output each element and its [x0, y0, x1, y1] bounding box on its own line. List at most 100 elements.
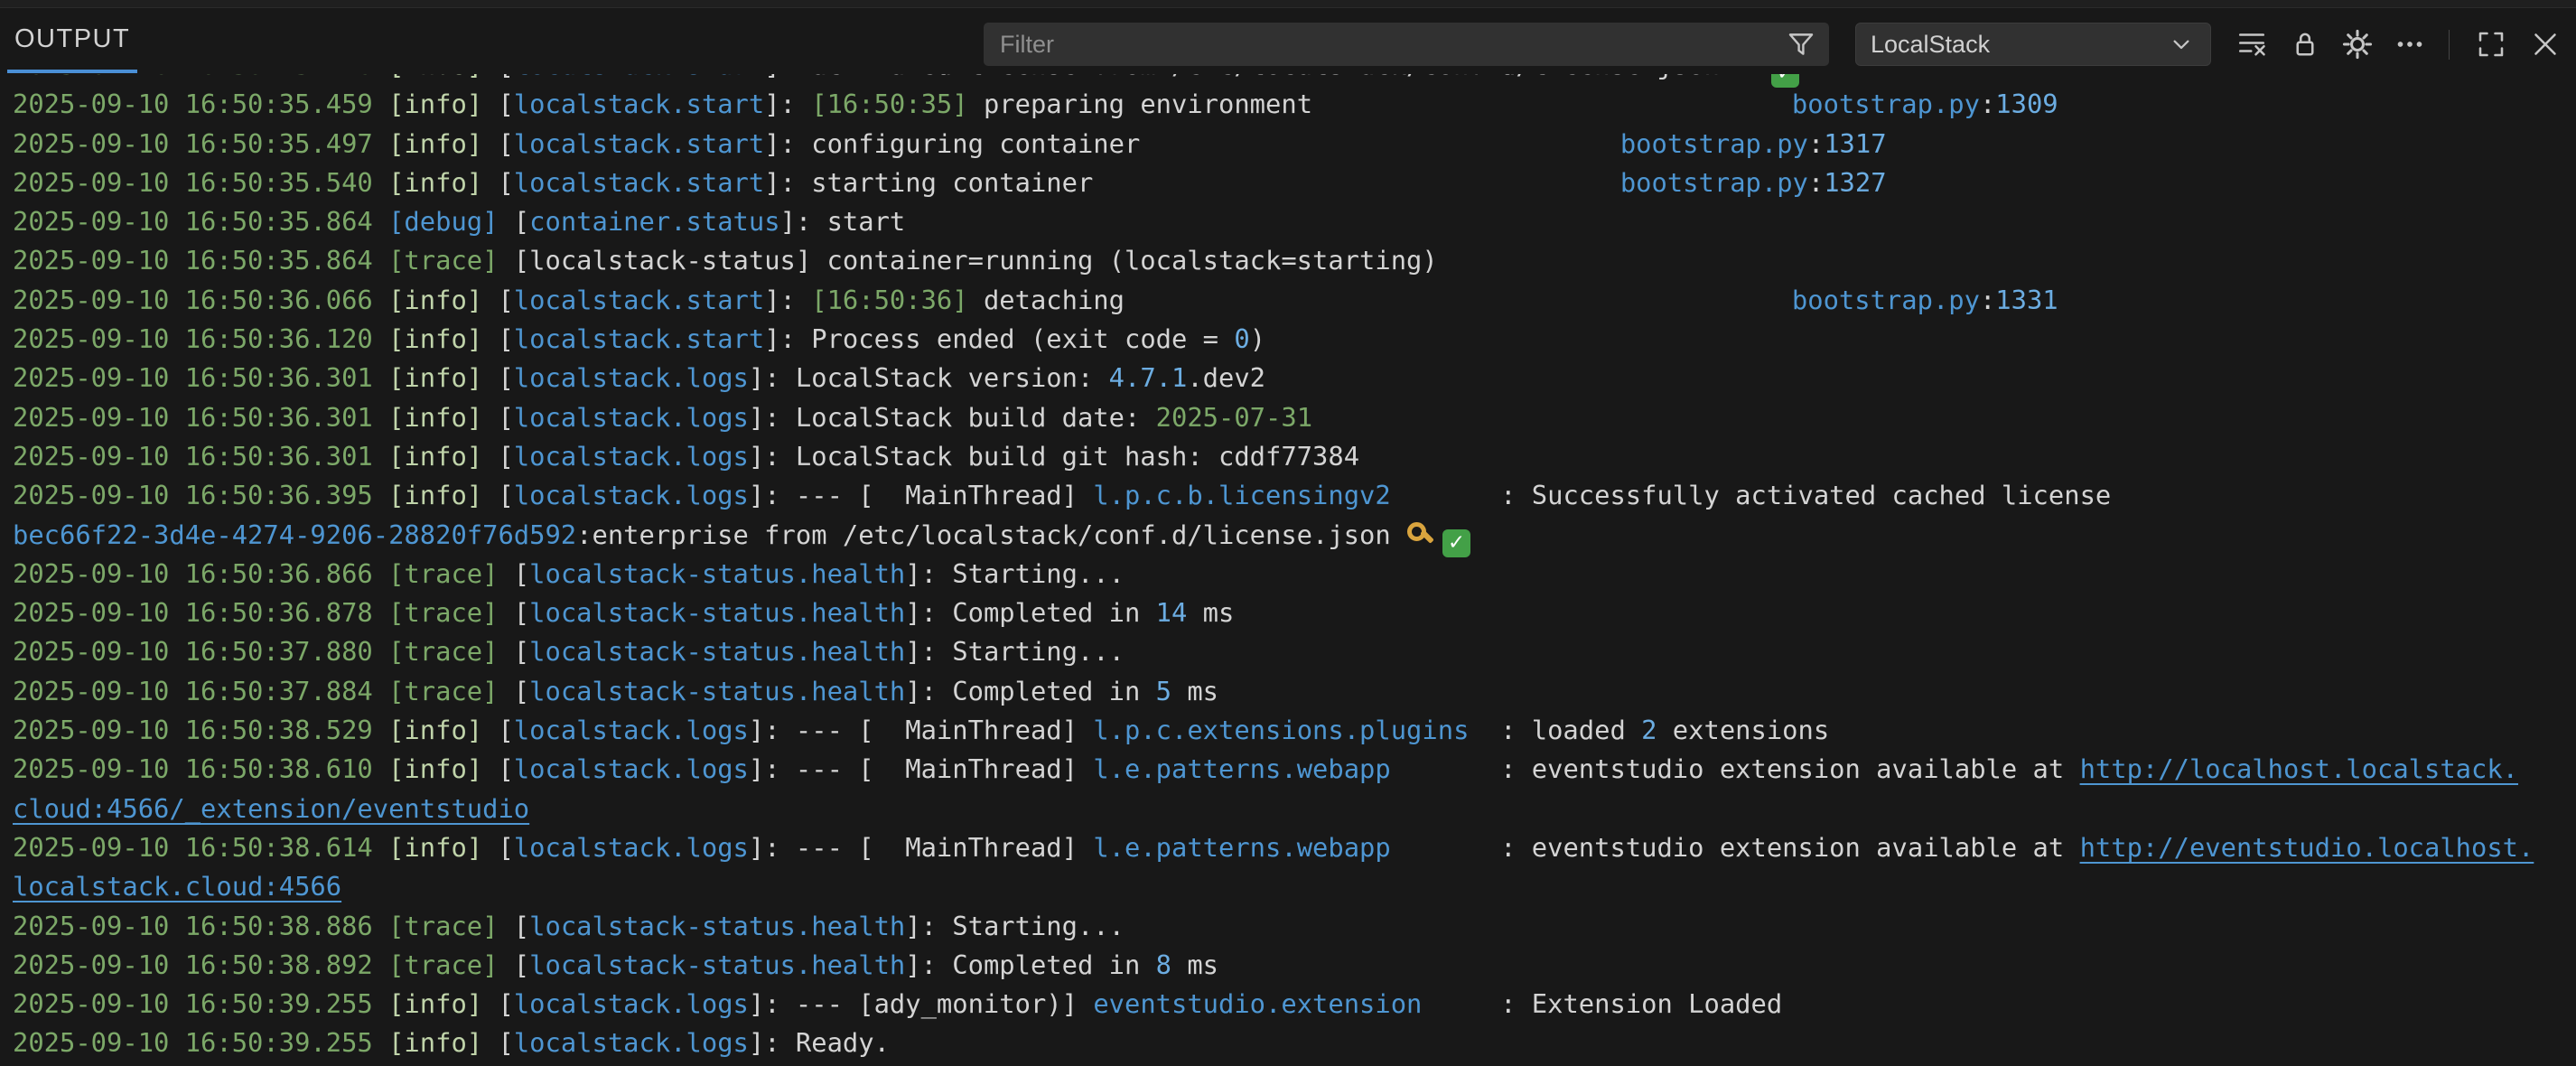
log-link[interactable]: cloud:4566/_extension/eventstudio: [13, 793, 529, 824]
log-segment: l.p.c.b.licensingv2: [1093, 480, 1390, 510]
gear-icon[interactable]: [2334, 21, 2381, 68]
log-segment: localstack.logs: [514, 715, 749, 745]
log-segment: ]:: [749, 715, 796, 745]
log-segment: [trace]: [388, 245, 498, 276]
log-line: 2025-09-10 16:50:36.866 [trace] [localst…: [13, 555, 2576, 594]
log-segment: 0: [1234, 323, 1249, 354]
log-line: 2025-09-10 16:50:36.878 [trace] [localst…: [13, 594, 2576, 632]
log-link[interactable]: localstack.cloud:4566: [13, 871, 341, 902]
log-link[interactable]: http://localhost.localstack.: [2080, 753, 2518, 784]
source-link[interactable]: bootstrap.py:1331: [1792, 281, 2058, 320]
log-segment: 2025-09-10 16:50:38.892: [13, 949, 388, 980]
log-segment: 2025-09-10 16:50:36.066: [13, 285, 388, 315]
log-segment: : eventstudio extension available at: [1391, 753, 2080, 784]
log-segment: activated license from /etc/localstack/c…: [811, 74, 1735, 80]
log-line: 2025-09-10 16:50:36.120 [info] [localsta…: [13, 320, 2576, 359]
log-segment: [: [498, 636, 529, 667]
filter-funnel-icon[interactable]: [1786, 29, 1816, 60]
log-segment: 2025-09-10 16:50:36.301: [13, 402, 388, 433]
log-segment: 2025-09-10 16:50:35.459: [13, 89, 388, 119]
close-panel-icon[interactable]: [2522, 21, 2569, 68]
log-segment: detaching: [968, 285, 1125, 315]
log-segment: l.p.c.extensions.plugins: [1093, 715, 1469, 745]
log-segment: [: [482, 402, 514, 433]
source-link[interactable]: bootstrap.py:1317: [1620, 125, 1887, 164]
tab-output[interactable]: OUTPUT: [7, 8, 137, 73]
log-segment: [: [482, 128, 514, 159]
log-segment: ms: [1171, 949, 1218, 980]
log-segment: ]:: [749, 480, 796, 510]
log-segment: [trace]: [388, 636, 498, 667]
log-segment: [info]: [388, 74, 482, 80]
log-line: 2025-09-10 16:50:36.301 [info] [localsta…: [13, 359, 2576, 397]
log-output-area[interactable]: 2025-09-10 16:50:35.426 [info] [localsta…: [0, 74, 2576, 1066]
log-segment: [: [482, 89, 514, 119]
log-segment: [info]: [388, 402, 482, 433]
log-segment: localstack.logs: [514, 362, 749, 393]
log-segment: ]:: [764, 89, 811, 119]
log-line: 2025-09-10 16:50:39.255 [info] [localsta…: [13, 1024, 2576, 1062]
log-segment: localstack-status.health: [529, 558, 905, 589]
log-segment: 2025-09-10 16:50:35.540: [13, 167, 388, 198]
log-segment: [16:50:36]: [811, 285, 967, 315]
channel-select-value: LocalStack: [1871, 31, 2167, 59]
clear-output-button[interactable]: [2228, 21, 2275, 68]
log-lines: 2025-09-10 16:50:35.426 [info] [localsta…: [13, 74, 2576, 1063]
log-segment: 2025-09-10 16:50:35.864: [13, 245, 388, 276]
log-segment: ]:: [905, 558, 952, 589]
log-segment: localstack.start: [514, 89, 764, 119]
log-segment: start: [827, 206, 906, 237]
log-segment: ]:: [764, 167, 811, 198]
log-segment: 4.7.1: [1109, 362, 1188, 393]
log-segment: ]:: [905, 911, 952, 941]
log-segment: [: [482, 988, 514, 1019]
log-segment: ]:: [749, 441, 796, 472]
log-segment: [info]: [388, 441, 482, 472]
log-segment: : loaded: [1469, 715, 1641, 745]
log-line: 2025-09-10 16:50:36.066 [info] [localsta…: [13, 281, 2576, 320]
log-segment: Ready.: [796, 1027, 890, 1058]
log-segment: ]:: [905, 949, 952, 980]
log-segment: : Extension Loaded: [1422, 988, 1782, 1019]
log-segment: 14: [1156, 597, 1188, 628]
source-link[interactable]: bootstrap.py:1309: [1792, 85, 2058, 124]
log-segment: [info]: [388, 167, 482, 198]
log-segment: localstack.start: [514, 285, 764, 315]
log-segment: 2: [1641, 715, 1657, 745]
key-emoji: [1735, 74, 1764, 79]
log-segment: localstack.start: [514, 128, 764, 159]
log-line: 2025-09-10 16:50:35.497 [info] [localsta…: [13, 125, 2576, 164]
log-line: cloud:4566/_extension/eventstudio: [13, 790, 2576, 828]
log-segment: [: [482, 74, 514, 80]
more-actions-icon[interactable]: [2386, 21, 2433, 68]
log-line: 2025-09-10 16:50:36.301 [info] [localsta…: [13, 398, 2576, 437]
log-segment: [: [482, 480, 514, 510]
log-segment: --- [ MainThread]: [796, 715, 1093, 745]
log-segment: [info]: [388, 323, 482, 354]
source-link[interactable]: bootstrap.py:1327: [1620, 164, 1887, 202]
log-segment: 2025-09-10 16:50:35.497: [13, 128, 388, 159]
log-segment: [: [482, 362, 514, 393]
log-segment: ]:: [905, 597, 952, 628]
lock-icon[interactable]: [2282, 21, 2329, 68]
maximize-panel-icon[interactable]: [2468, 21, 2515, 68]
log-segment: [: [482, 441, 514, 472]
key-emoji: [1406, 520, 1435, 549]
log-segment: [: [482, 1027, 514, 1058]
panel-top-sash: [0, 0, 2576, 8]
filter-input[interactable]: [984, 31, 1786, 59]
log-line: bec66f22-3d4e-4274-9206-28820f76d592:ent…: [13, 516, 2576, 555]
log-segment: .dev2: [1187, 362, 1265, 393]
log-segment: ]:: [764, 74, 811, 80]
log-segment: Completed in: [952, 597, 1155, 628]
log-line: 2025-09-10 16:50:35.864 [trace] [localst…: [13, 241, 2576, 280]
log-segment: localstack.logs: [514, 1027, 749, 1058]
log-segment: [: [498, 911, 529, 941]
channel-select[interactable]: LocalStack: [1855, 23, 2211, 66]
log-line: 2025-09-10 16:50:36.395 [info] [localsta…: [13, 476, 2576, 515]
log-segment: 2025-09-10 16:50:36.120: [13, 323, 388, 354]
log-link[interactable]: http://eventstudio.localhost.: [2080, 832, 2534, 863]
log-segment: Completed in: [952, 949, 1155, 980]
log-segment: Completed in: [952, 676, 1155, 706]
log-line: 2025-09-10 16:50:35.540 [info] [localsta…: [13, 164, 2576, 202]
